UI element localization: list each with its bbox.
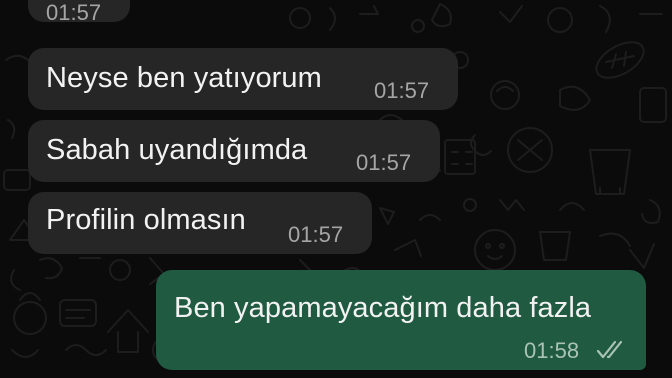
message-time: 01:58 (524, 338, 580, 363)
double-check-icon (596, 340, 623, 359)
message-time: 01:57 (356, 150, 412, 175)
message-time: 01:57 (46, 0, 102, 25)
message-text: Ben yapamayacağım daha fazla (174, 292, 592, 324)
message-text: Neyse ben yatıyorum (46, 62, 322, 94)
message-text: Sabah uyandığımda (46, 134, 308, 166)
message-bubble-incoming[interactable]: 01:57 (28, 0, 130, 25)
message-time: 01:57 (288, 222, 344, 247)
message-bubble-incoming[interactable]: Sabah uyandığımda 01:57 (28, 120, 440, 182)
message-bubble-outgoing[interactable]: Ben yapamayacağım daha fazla 01:58 (156, 270, 646, 370)
message-bubble-incoming[interactable]: Neyse ben yatıyorum 01:57 (28, 48, 458, 110)
message-text: Profilin olmasın (46, 204, 246, 236)
message-bubble-incoming[interactable]: Profilin olmasın 01:57 (28, 192, 372, 254)
message-time: 01:57 (374, 78, 430, 103)
